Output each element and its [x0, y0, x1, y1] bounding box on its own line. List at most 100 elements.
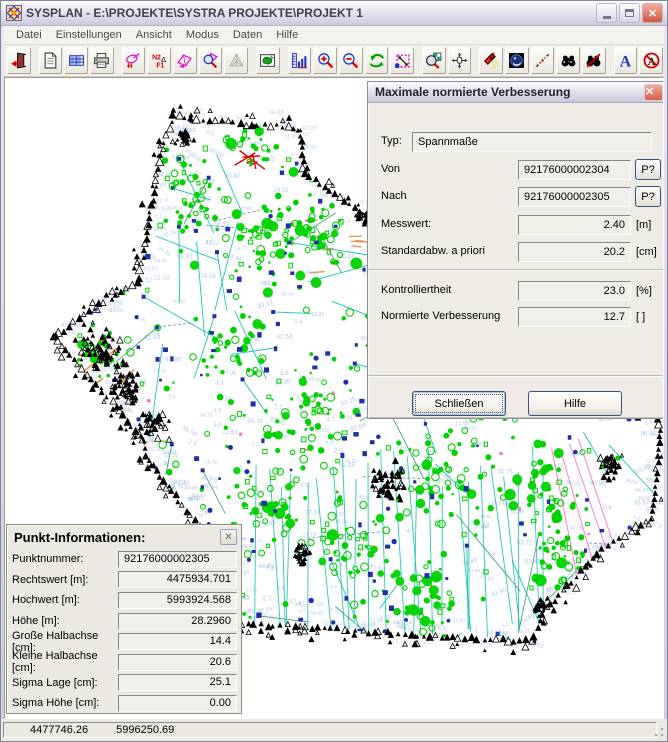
map-overview-button[interactable]: [256, 47, 280, 74]
hoehe-label: Höhe [m]:: [12, 615, 118, 627]
menu-daten[interactable]: Daten: [226, 27, 269, 43]
svg-text:2.3: 2.3: [652, 520, 663, 531]
find-off-button[interactable]: [582, 47, 606, 74]
svg-text:1.3: 1.3: [214, 408, 221, 414]
zoom-window-button[interactable]: [390, 47, 414, 74]
app-window: SYSPLAN - E:\PROJEKTE\SYSTRA PROJEKTE\PR…: [0, 0, 668, 742]
svg-text:4.7: 4.7: [326, 416, 336, 424]
labels-on-icon: A: [617, 52, 634, 69]
measure-distance-button[interactable]: [531, 47, 555, 74]
svg-text:56.32: 56.32: [177, 254, 193, 261]
night-view-icon: [508, 52, 525, 69]
svg-text:1.1: 1.1: [274, 404, 283, 411]
von-point-lookup-button[interactable]: P?: [635, 159, 661, 180]
maximize-button[interactable]: [619, 3, 640, 23]
pan-button[interactable]: [448, 47, 472, 74]
svg-text:96.64: 96.64: [203, 483, 219, 491]
night-view-button[interactable]: [505, 47, 529, 74]
panel-close-button[interactable]: ✕: [220, 529, 237, 545]
histogram-button[interactable]: [288, 47, 312, 74]
status-coord-x: 4477746.26: [30, 724, 88, 736]
kontrolliertheit-unit: [%]: [636, 281, 652, 300]
panel-row: Punktnummer: 92176000002305: [12, 549, 237, 570]
normierte-verbesserung-unit: [ ]: [636, 307, 645, 326]
zoom-in-button[interactable]: [313, 47, 337, 74]
hilfe-button[interactable]: Hilfe: [528, 391, 622, 416]
ellipse-plot-button[interactable]: [122, 47, 146, 74]
labels-off-button[interactable]: A: [639, 47, 663, 74]
dialog-close-button[interactable]: ✕: [644, 84, 663, 101]
svg-text:68.50: 68.50: [174, 299, 186, 305]
title-bar: SYSPLAN - E:\PROJEKTE\SYSTRA PROJEKTE\PR…: [1, 1, 667, 26]
zoom-area-button[interactable]: [422, 47, 446, 74]
svg-text:7.7: 7.7: [290, 155, 299, 161]
undo-view-button[interactable]: [365, 47, 389, 74]
status-bar: 4477746.26 5996250.69: [1, 719, 667, 741]
minimize-button[interactable]: [596, 3, 617, 23]
schliessen-button[interactable]: Schließen: [412, 391, 506, 416]
svg-text:0.6: 0.6: [438, 626, 447, 632]
svg-text:1.3: 1.3: [487, 550, 496, 558]
menu-ansicht[interactable]: Ansicht: [129, 27, 179, 43]
svg-text:7.1: 7.1: [168, 394, 176, 401]
svg-text:85.59: 85.59: [181, 425, 198, 439]
svg-text:74.56: 74.56: [200, 273, 216, 280]
svg-text:38.91: 38.91: [480, 514, 492, 519]
svg-text:33.67: 33.67: [634, 500, 650, 507]
sigma-hoehe-label: Sigma Höhe [cm]:: [12, 697, 118, 709]
svg-text:77.37: 77.37: [305, 510, 321, 516]
point-numbers-icon: N2ΔF1: [151, 52, 168, 69]
svg-text:45.17: 45.17: [201, 476, 214, 482]
zoom-out-button[interactable]: [339, 47, 363, 74]
dialog-separator: [368, 269, 664, 271]
svg-text:59.24: 59.24: [155, 258, 167, 263]
menu-einstellungen[interactable]: Einstellungen: [49, 27, 129, 43]
table-view-button[interactable]: [64, 47, 88, 74]
svg-text:66.41: 66.41: [214, 220, 228, 227]
point-numbers-button[interactable]: N2ΔF1: [147, 47, 171, 74]
menu-modus[interactable]: Modus: [179, 27, 226, 43]
svg-text:34.63: 34.63: [268, 109, 284, 116]
area-select-button[interactable]: [173, 47, 197, 74]
close-button[interactable]: ✕: [642, 3, 663, 23]
zoom-select-button[interactable]: [199, 47, 223, 74]
svg-text:5.4: 5.4: [294, 320, 302, 326]
svg-text:2.2: 2.2: [206, 240, 213, 246]
hoehe-field: 28.2960: [118, 613, 237, 630]
svg-text:48.04: 48.04: [625, 477, 639, 486]
svg-text:51.06: 51.06: [109, 308, 123, 314]
close-icon: ✕: [645, 87, 662, 98]
print-button[interactable]: [90, 47, 114, 74]
exit-icon: [10, 52, 27, 69]
svg-text:94.88: 94.88: [635, 488, 648, 494]
svg-text:8.5: 8.5: [301, 483, 308, 489]
resize-grip[interactable]: [653, 726, 665, 738]
messwert-label: Messwert:: [381, 215, 431, 234]
svg-text:95.70: 95.70: [208, 148, 225, 160]
svg-text:51.25: 51.25: [338, 462, 355, 469]
svg-text:92.04: 92.04: [349, 422, 367, 434]
toolbar-separator: [472, 47, 478, 74]
labels-on-button[interactable]: A: [614, 47, 638, 74]
svg-text:5.7: 5.7: [263, 596, 272, 603]
flashlight-button[interactable]: [479, 47, 503, 74]
nach-label: Nach: [381, 187, 407, 206]
svg-text:93.87: 93.87: [143, 266, 158, 272]
zoom-window-icon: [394, 52, 411, 69]
svg-text:30.12: 30.12: [256, 299, 274, 311]
svg-text:3.6: 3.6: [391, 639, 399, 645]
exit-button[interactable]: [7, 47, 31, 74]
svg-text:6.0: 6.0: [645, 419, 654, 427]
svg-text:28.33: 28.33: [304, 269, 318, 279]
svg-text:84.87: 84.87: [517, 618, 529, 623]
svg-text:74.73: 74.73: [234, 244, 248, 253]
find-button[interactable]: [556, 47, 580, 74]
svg-text:62.40: 62.40: [524, 558, 541, 565]
menu-hilfe[interactable]: Hilfe: [269, 27, 305, 43]
new-document-button[interactable]: [39, 47, 63, 74]
svg-text:62.22: 62.22: [303, 126, 317, 132]
dialog-title-bar[interactable]: Maximale normierte Verbesserung ✕: [368, 82, 664, 103]
menu-datei[interactable]: Datei: [9, 27, 49, 43]
panel-row: Große Halbachse [cm]: 14.4: [12, 631, 237, 652]
nach-point-lookup-button[interactable]: P?: [635, 186, 661, 207]
